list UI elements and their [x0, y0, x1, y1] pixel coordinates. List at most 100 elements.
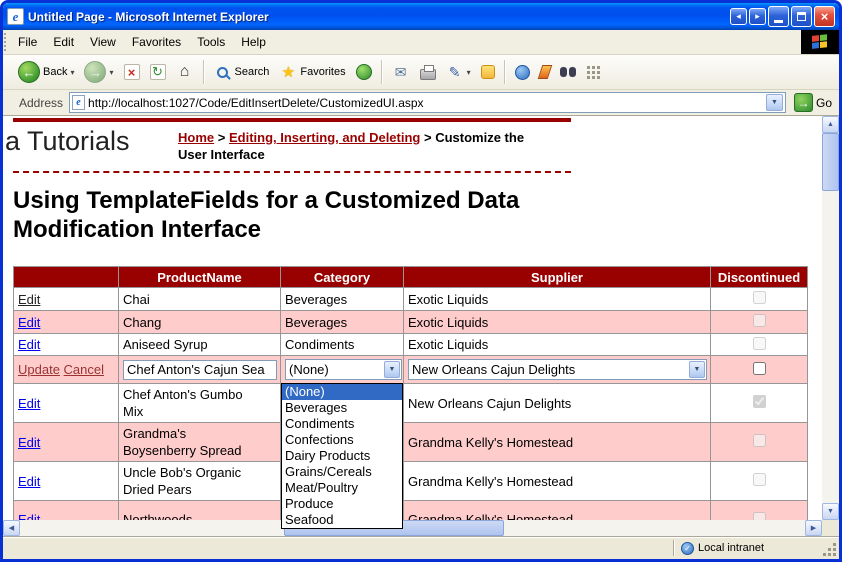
menu-tools[interactable]: Tools — [189, 30, 233, 54]
horizontal-scrollbar[interactable]: ◀ ▶ — [3, 520, 822, 536]
menu-file[interactable]: File — [10, 30, 45, 54]
vertical-scroll-thumb[interactable] — [822, 133, 839, 191]
addon-grid-button[interactable] — [582, 63, 604, 81]
refresh-button[interactable]: ↻ — [146, 62, 170, 82]
go-button[interactable]: → Go — [790, 93, 836, 112]
address-label: Address — [17, 96, 65, 110]
menu-help[interactable]: Help — [233, 30, 274, 54]
category-cell: Beverages — [281, 288, 404, 311]
nav-right-icon: ▸ — [755, 11, 760, 22]
browser-viewport: a Tutorials Home > Editing, Inserting, a… — [3, 116, 839, 536]
address-input[interactable] — [88, 96, 763, 110]
edit-link[interactable]: Edit — [18, 474, 40, 489]
home-button[interactable]: ⌂ — [172, 61, 198, 83]
window-title: Untitled Page - Microsoft Internet Explo… — [28, 10, 730, 24]
category-select-arrow-icon[interactable]: ▼ — [384, 361, 400, 378]
ie-throbber — [801, 30, 839, 54]
search-icon — [217, 67, 228, 78]
stop-button[interactable]: × — [120, 62, 144, 82]
supplier-select-arrow-icon[interactable]: ▼ — [689, 361, 705, 378]
table-row: Edit Chef Anton's Gumbo Mix New Orleans … — [14, 384, 808, 423]
dropdown-option-meat[interactable]: Meat/Poultry — [282, 480, 402, 496]
close-button[interactable]: × — [814, 6, 835, 27]
close-icon: × — [821, 9, 829, 24]
scroll-right-button[interactable]: ▶ — [805, 520, 822, 536]
dropdown-option-grains[interactable]: Grains/Cereals — [282, 464, 402, 480]
breadcrumb-home-link[interactable]: Home — [178, 130, 214, 145]
menu-favorites[interactable]: Favorites — [124, 30, 189, 54]
discontinued-checkbox — [753, 395, 766, 408]
product-cell: Chai — [123, 291, 255, 308]
edit-link[interactable]: Edit — [18, 435, 40, 450]
dropdown-option-condiments[interactable]: Condiments — [282, 416, 402, 432]
scroll-down-icon: ▼ — [827, 508, 834, 515]
refresh-icon: ↻ — [150, 64, 166, 80]
media-button[interactable] — [352, 62, 376, 82]
windows-flag-icon — [812, 34, 828, 50]
edit-dropdown-icon[interactable]: ▾ — [467, 68, 471, 77]
address-dropdown-button[interactable]: ▼ — [766, 94, 783, 111]
breadcrumb-separator: > — [424, 130, 432, 145]
mail-button[interactable]: ✉ — [388, 61, 414, 83]
edit-link[interactable]: Edit — [18, 337, 40, 352]
search-button[interactable]: Search — [210, 61, 274, 83]
dropdown-option-none[interactable]: (None) — [282, 384, 402, 400]
combo-arrow-icon: ▼ — [771, 99, 778, 106]
addon-lightning-button[interactable] — [536, 63, 554, 81]
category-cell: Condiments — [281, 334, 404, 356]
dropdown-option-seafood[interactable]: Seafood — [282, 512, 402, 528]
supplier-select-value: New Orleans Cajun Delights — [409, 362, 688, 377]
edit-link[interactable]: Edit — [18, 396, 40, 411]
vertical-scrollbar[interactable]: ▲ ▼ — [822, 116, 839, 520]
favorites-button[interactable]: ★ Favorites — [275, 61, 349, 83]
breadcrumb: Home > Editing, Inserting, and Deleting … — [178, 129, 550, 163]
resize-grip[interactable] — [823, 543, 837, 557]
media-icon — [356, 64, 372, 80]
forward-button[interactable]: → ▾ — [80, 59, 117, 85]
dropdown-option-confections[interactable]: Confections — [282, 432, 402, 448]
discontinued-checkbox — [753, 337, 766, 350]
scroll-up-button[interactable]: ▲ — [822, 116, 839, 133]
menu-drag-handle[interactable] — [4, 33, 9, 51]
edit-page-button[interactable]: ✎ ▾ — [442, 61, 475, 83]
supplier-cell: Grandma Kelly's Homestead — [404, 423, 711, 462]
dropdown-option-dairy[interactable]: Dairy Products — [282, 448, 402, 464]
title-bar: e Untitled Page - Microsoft Internet Exp… — [3, 3, 839, 30]
table-row: Edit Northwoods Grandma Kelly's Homestea… — [14, 501, 808, 521]
cancel-link[interactable]: Cancel — [64, 362, 104, 377]
minimize-button[interactable] — [768, 6, 789, 27]
edit-link[interactable]: Edit — [18, 315, 40, 330]
products-gridview: ProductName Category Supplier Discontinu… — [13, 266, 808, 520]
addon-globe-button[interactable] — [511, 63, 534, 82]
product-cell: Uncle Bob's Organic Dried Pears — [123, 464, 255, 498]
discontinued-checkbox[interactable] — [753, 362, 766, 375]
messenger-button[interactable] — [477, 63, 499, 81]
scroll-down-button[interactable]: ▼ — [822, 503, 839, 520]
product-name-input[interactable] — [123, 360, 277, 380]
dropdown-option-produce[interactable]: Produce — [282, 496, 402, 512]
product-cell: Northwoods — [123, 511, 255, 520]
menu-edit[interactable]: Edit — [45, 30, 82, 54]
supplier-select[interactable]: New Orleans Cajun Delights ▼ — [408, 359, 707, 380]
edit-link[interactable]: Edit — [18, 512, 40, 520]
product-cell: Chef Anton's Gumbo Mix — [123, 386, 255, 420]
ie-logo-icon[interactable]: e — [7, 8, 24, 25]
nav-right-button[interactable]: ▸ — [749, 8, 766, 25]
menu-view[interactable]: View — [82, 30, 124, 54]
dropdown-option-beverages[interactable]: Beverages — [282, 400, 402, 416]
address-input-box[interactable]: e ▼ — [69, 92, 786, 113]
back-dropdown-icon[interactable]: ▾ — [70, 68, 74, 77]
maximize-button[interactable] — [791, 6, 812, 27]
addon-binoculars-button[interactable] — [556, 65, 580, 79]
back-button[interactable]: ← Back ▾ — [14, 59, 78, 85]
update-link[interactable]: Update — [18, 362, 60, 377]
nav-left-button[interactable]: ◂ — [730, 8, 747, 25]
breadcrumb-section-link[interactable]: Editing, Inserting, and Deleting — [229, 130, 420, 145]
print-button[interactable] — [416, 63, 440, 82]
standard-toolbar: ← Back ▾ → ▾ × ↻ ⌂ Search ★ Favorites — [3, 55, 839, 90]
edit-link[interactable]: Edit — [18, 292, 40, 307]
category-select[interactable]: (None) ▼ — [285, 359, 402, 380]
forward-dropdown-icon[interactable]: ▾ — [109, 68, 113, 77]
site-title: a Tutorials — [5, 126, 130, 157]
scroll-left-button[interactable]: ◀ — [3, 520, 20, 536]
